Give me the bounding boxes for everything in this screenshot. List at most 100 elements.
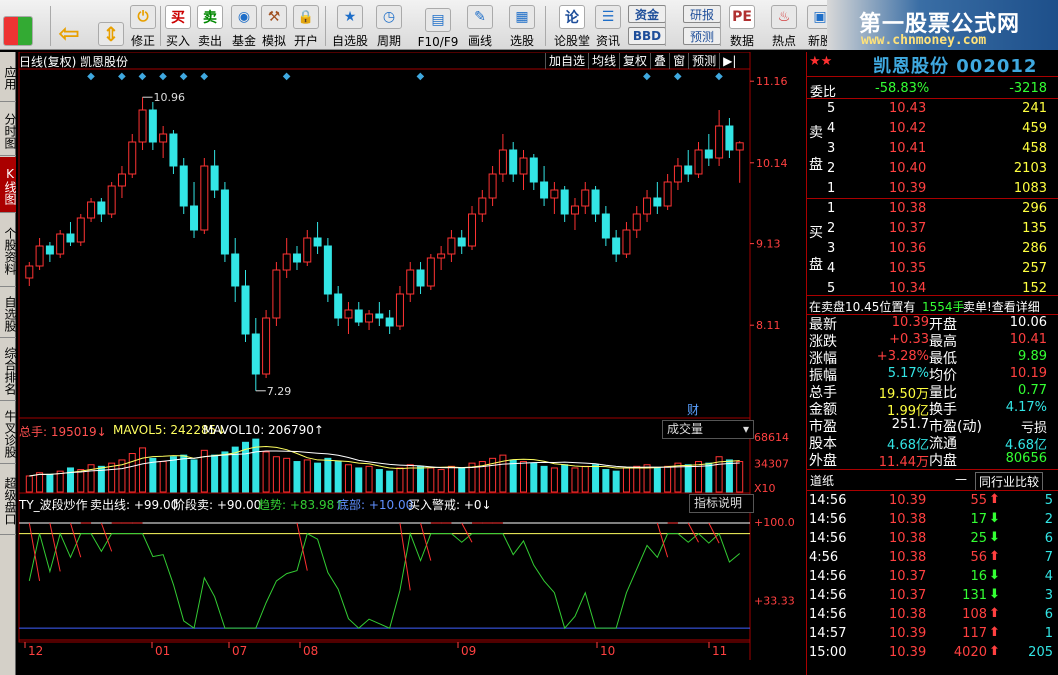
left-tab-0[interactable]: 应用 [0,52,17,102]
stat-value: 9.89 [1018,349,1047,364]
chart-select-button[interactable]: ▦ 选股 [508,3,536,49]
windows-button[interactable] [3,3,33,49]
volume-bar [406,464,414,493]
tab-industry-compare[interactable]: 同行业比较 [975,472,1044,491]
candle-body [715,125,724,159]
capital-button[interactable]: 资金 [628,5,666,23]
chart-header-button-3[interactable]: 叠 [650,53,669,69]
chart-header-button-5[interactable]: 预测 [688,53,719,69]
indicator-axis-label: +33.33 [754,595,795,608]
notice-detail-link[interactable]: 卖单!查看详细 [963,298,1040,315]
level-price[interactable]: 10.39 [889,181,926,196]
sell-level-row: 4 10.42 459 [807,119,1058,139]
chart-canvas[interactable]: 11.16 10.14 9.13 8.11 10.96 7.29 ◆ ◆ ◆ ◆ ◆ ◆ ◆ ◆ ◆ ◆ ◆ 财 6… [17,52,805,660]
kline-chart-panel[interactable]: 11.16 10.14 9.13 8.11 10.96 7.29 ◆ ◆ ◆ ◆ ◆ ◆ ◆ ◆ ◆ ◆ ◆ 财 6… [17,52,805,660]
bbd-button[interactable]: BBD [628,27,666,45]
weibi-value: -58.83% [875,81,930,96]
star-icon[interactable]: ★★ [809,54,832,69]
left-tab-1[interactable]: 分时图 [0,104,17,156]
candle-body [457,237,466,247]
candle-body [653,197,662,207]
clock-button[interactable]: ◷ 周期 [375,3,403,49]
volume-indicator-select[interactable]: 成交量 ▾ [662,420,754,439]
sell-button[interactable]: 卖卖出 [196,3,224,49]
volume-axis-label: X10 [754,482,776,495]
candle-body [375,313,384,319]
volume-bar [561,464,569,493]
report-button[interactable]: 研报 [683,5,721,23]
date-axis-label: 09 [461,644,476,658]
tab-daozhi[interactable]: 道纸 [810,472,834,489]
chart-header-button-0[interactable]: 加自选 [545,53,588,69]
simulate-button[interactable]: ⚒ 模拟 [260,3,288,49]
f10-button[interactable]: ▤ F10/F9 [418,3,458,49]
chart-header-button-1[interactable]: 均线 [588,53,619,69]
level-number: 3 [827,241,836,256]
toolbar-label: 论股堂 [553,34,590,48]
sell-level-row: 1 10.39 1083 [807,179,1058,199]
level-price[interactable]: 10.37 [889,221,926,236]
candle [107,182,116,218]
fund-button[interactable]: ◉ 基金 [230,3,258,49]
level-price[interactable]: 10.35 [889,261,926,276]
forecast-button[interactable]: 预测 [683,27,721,45]
candle [56,230,65,258]
tick-count: 205 [1028,645,1053,660]
correct-button[interactable]: ⏻ 修正 [129,3,157,49]
level-number: 4 [827,261,836,276]
tick-price: 10.37 [889,588,927,603]
level-price[interactable]: 10.42 [889,121,926,136]
candle-body [323,245,332,295]
volume-bar [283,457,291,493]
candle [447,230,456,262]
toolbar-label: 热点 [771,34,796,48]
left-tab-4[interactable]: 自选股 [0,288,17,338]
arrow-down-icon: ⬇ [989,568,1000,583]
level-price[interactable]: 10.43 [889,101,926,116]
volume-bar [56,470,64,493]
pen-button[interactable]: ✎ 画线 [466,3,494,49]
level-price[interactable]: 10.36 [889,241,926,256]
buy-button[interactable]: 买买入 [164,3,192,49]
volume-bar [622,467,630,493]
level-price[interactable]: 10.40 [889,161,926,176]
back-arrow-button[interactable]: ⇦ [55,3,83,49]
simulate-icon: ⚒ [261,5,287,29]
level-volume: 458 [1022,141,1047,156]
volume-bar [324,457,332,493]
level-price[interactable]: 10.41 [889,141,926,156]
hot-button[interactable]: ♨ 热点 [770,3,798,49]
left-tab-2[interactable]: K线图 [0,157,17,213]
volume-bar [427,467,435,493]
volume-bar [314,462,322,493]
up-down-arrows-button[interactable]: ⇕ [97,3,125,49]
volume-bar [180,454,188,493]
level-number: 4 [827,121,836,136]
news-button[interactable]: ☰ 资讯 [594,3,622,49]
volume-bar [375,469,383,493]
arrow-down-icon: ⬇ [989,530,1000,545]
indicator-help-button[interactable]: 指标说明 [689,494,754,513]
volume-bar [293,461,301,493]
left-tab-6[interactable]: 牛叉诊股 [0,402,17,464]
candle-body [632,213,641,231]
volume-axis-label: 68614 [754,431,789,444]
tick-volume: 25 [970,531,987,546]
star-list-button[interactable]: ★ 自选股 [330,3,370,49]
buy-icon: 买 [165,5,191,29]
level-price[interactable]: 10.38 [889,201,926,216]
toolbar-separator [545,6,546,46]
chart-header-button-4[interactable]: 窗 [669,53,688,69]
left-tab-3[interactable]: 个股资料 [0,214,17,287]
level-price[interactable]: 10.34 [889,281,926,296]
toolbar-label: 买入 [165,34,190,48]
left-tab-5[interactable]: 综合排名 [0,339,17,401]
forum-button[interactable]: 论论股堂 [552,3,592,49]
pe-button[interactable]: PE 数据 [728,3,756,49]
lock-button[interactable]: 🔒 开户 [292,3,320,49]
volume-bar [344,464,352,493]
left-tab-7[interactable]: 超级盘口 [0,465,17,535]
chart-header-button-2[interactable]: 复权 [619,53,650,69]
tick-row: 14:56 10.37 131 ⬇ 3 [807,587,1058,606]
chart-header-button-6[interactable]: ▶| [719,53,739,69]
